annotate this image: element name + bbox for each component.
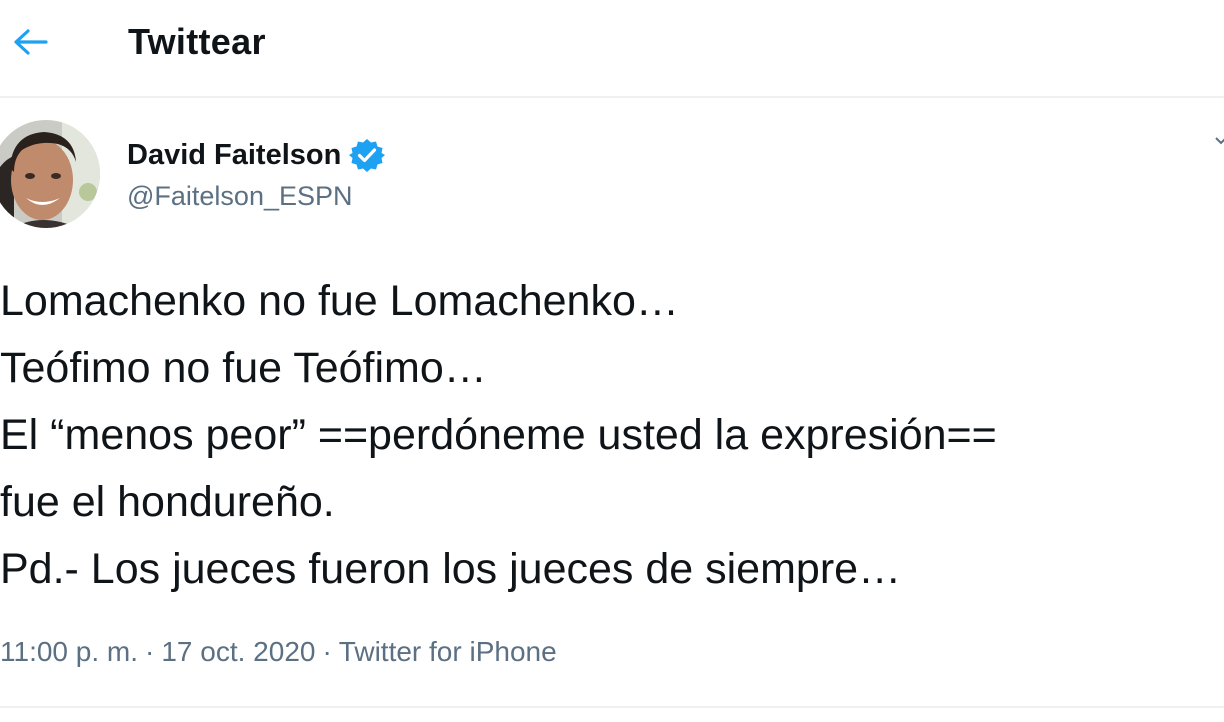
chevron-down-icon [1215,137,1224,145]
author-name[interactable]: David Faitelson [127,136,341,174]
top-bar: Twittear [0,0,1224,98]
tweet-time[interactable]: 11:00 p. m. [0,632,138,672]
tweet-line: fue el hondureño. [0,478,335,526]
verified-badge-icon [349,137,386,173]
author-handle[interactable]: @Faitelson_ESPN [127,178,353,214]
tweet-line: El “menos peor” ==perdóneme usted la exp… [0,411,997,459]
more-options-button[interactable] [1214,134,1224,148]
tweet-source[interactable]: Twitter for iPhone [339,632,557,672]
divider [0,706,1224,708]
author-row: David Faitelson [127,136,386,174]
meta-separator: · [322,636,332,667]
back-button[interactable] [6,20,54,64]
meta-separator: · [145,636,155,667]
tweet-line: Pd.- Los jueces fueron los jueces de sie… [0,545,902,593]
avatar[interactable] [0,120,100,228]
arrow-left-icon [14,29,48,55]
tweet-line: Teófimo no fue Teófimo… [0,344,487,392]
avatar-photo [0,120,100,228]
tweet-date[interactable]: 17 oct. 2020 [161,632,315,672]
tweet-line: Lomachenko no fue Lomachenko… [0,277,679,325]
tweet-metadata: 11:00 p. m. · 17 oct. 2020 · Twitter for iPh… [0,632,557,672]
page-title: Twittear [128,21,266,62]
tweet-text: Lomachenko no fue Lomachenko… Teófimo no… [0,268,1224,603]
tweet: David Faitelson @Faitelson_ESPN Lomachen… [0,98,1224,708]
